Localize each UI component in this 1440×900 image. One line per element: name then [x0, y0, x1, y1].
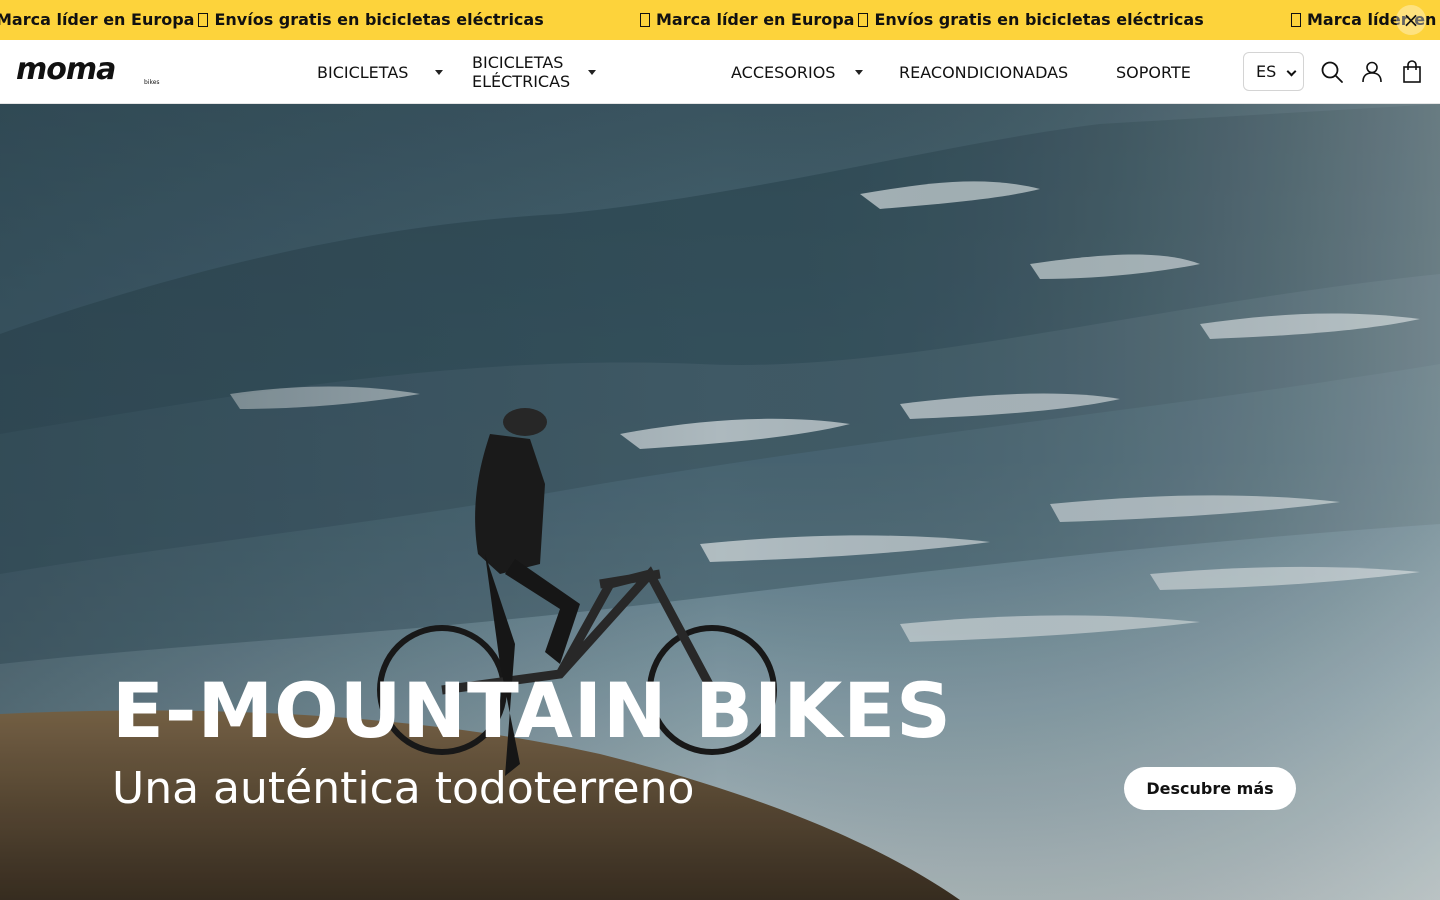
chevron-down-icon: [1286, 66, 1297, 77]
hero-title: E-MOUNTAIN BIKES: [112, 666, 952, 755]
search-icon[interactable]: [1318, 58, 1346, 86]
hero-subtitle: Una auténtica todoterreno: [112, 763, 695, 814]
box-icon: [198, 13, 209, 27]
box-icon: [640, 13, 650, 27]
nav-item-reacondicionadas[interactable]: REACONDICIONADAS: [899, 40, 1068, 104]
caret-down-icon[interactable]: [435, 69, 444, 75]
nav-label: ACCESORIOS: [731, 62, 836, 82]
box-icon: [1291, 13, 1301, 27]
hero-banner: E-MOUNTAIN BIKES Una auténtica todoterre…: [0, 104, 1440, 900]
announcement-message: Marca líder en Europa Envíos gratis en bi…: [0, 10, 544, 29]
nav-label: REACONDICIONADAS: [899, 62, 1069, 82]
announcement-message: Marca líder en Europa Envíos gratis en bi…: [636, 10, 1204, 29]
discover-more-button[interactable]: Descubre más: [1124, 767, 1296, 810]
nav-label: BICICLETAS: [317, 62, 409, 82]
box-icon: [858, 13, 869, 27]
nav-item-soporte[interactable]: SOPORTE: [1116, 40, 1191, 104]
site-header: moma bikes BICICLETAS BICICLETAS ELÉCTRI…: [0, 40, 1440, 104]
language-value: ES: [1256, 62, 1277, 81]
shopping-bag-icon[interactable]: [1398, 58, 1426, 86]
announcement-marquee: Marca líder en Europa Envíos gratis en bi…: [0, 0, 544, 40]
svg-text:bikes: bikes: [144, 79, 160, 86]
moma-logo[interactable]: moma bikes: [16, 52, 176, 87]
nav-item-bicicletas-electricas[interactable]: BICICLETAS ELÉCTRICAS: [472, 40, 597, 104]
caret-down-icon[interactable]: [588, 69, 597, 75]
nav-item-bicicletas[interactable]: BICICLETAS: [317, 40, 444, 104]
nav-item-accesorios[interactable]: ACCESORIOS: [731, 40, 864, 104]
close-icon: ×: [1402, 8, 1420, 32]
close-announcement-button[interactable]: ×: [1396, 5, 1426, 35]
caret-down-icon[interactable]: [855, 69, 864, 75]
language-select[interactable]: ES: [1243, 52, 1304, 91]
nav-label: BICICLETAS ELÉCTRICAS: [472, 53, 571, 91]
svg-text:moma: moma: [16, 58, 115, 86]
announcement-marquee-repeat: Marca líder en Europa Envíos gratis en bi…: [636, 0, 1204, 40]
announcement-bar: Marca líder en Europa Envíos gratis en bi…: [0, 0, 1440, 40]
nav-label: SOPORTE: [1116, 62, 1191, 82]
user-icon[interactable]: [1358, 58, 1386, 86]
